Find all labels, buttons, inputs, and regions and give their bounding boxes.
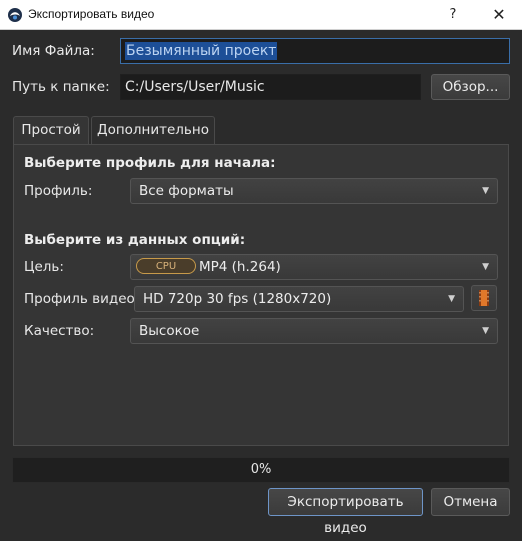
target-value: MP4 (h.264) — [199, 259, 281, 275]
options-section-title: Выберите из данных опций: — [24, 232, 246, 248]
film-strip-icon — [479, 290, 489, 306]
profile-value: Все форматы — [139, 183, 234, 199]
window-title: Экспортировать видео — [28, 7, 155, 21]
title-bar: Экспортировать видео ? ✕ — [0, 0, 522, 30]
export-video-button[interactable]: Экспортировать видео — [268, 488, 423, 536]
quality-label: Качество: — [24, 323, 95, 339]
export-progress-bar: 0% — [12, 457, 510, 483]
tab-simple[interactable]: Простой — [13, 116, 89, 144]
path-input[interactable]: C:/Users/User/Music — [120, 74, 421, 100]
browse-button[interactable]: Обзор... — [431, 74, 510, 100]
help-button[interactable]: ? — [430, 0, 476, 30]
filename-value: Безымянный проект — [125, 42, 278, 60]
cancel-label: Отмена — [443, 494, 498, 510]
progress-text: 0% — [250, 462, 272, 477]
filename-input[interactable]: Безымянный проект — [120, 38, 510, 64]
tab-advanced[interactable]: Дополнительно — [91, 116, 215, 144]
openshot-logo-icon — [8, 8, 22, 22]
tab-advanced-label: Дополнительно — [97, 122, 209, 138]
quality-dropdown[interactable]: Высокое ▼ — [130, 318, 498, 344]
browse-label: Обзор... — [442, 79, 499, 95]
cancel-button[interactable]: Отмена — [431, 488, 510, 516]
profile-label: Профиль: — [24, 183, 93, 199]
chevron-down-icon: ▼ — [448, 294, 455, 304]
export-video-label: Экспортировать видео — [287, 494, 404, 536]
cpu-badge: CPU — [136, 258, 196, 274]
filename-label: Имя Файла: — [12, 43, 95, 59]
profile-section-title: Выберите профиль для начала: — [24, 155, 276, 171]
close-icon: ✕ — [492, 5, 506, 24]
profile-dropdown[interactable]: Все форматы ▼ — [130, 178, 498, 204]
path-label: Путь к папке: — [12, 79, 110, 95]
chevron-down-icon: ▼ — [482, 262, 489, 272]
close-button[interactable]: ✕ — [476, 0, 522, 30]
target-label: Цель: — [24, 259, 64, 275]
chevron-down-icon: ▼ — [482, 186, 489, 196]
help-icon: ? — [449, 7, 457, 22]
chevron-down-icon: ▼ — [482, 326, 489, 336]
target-dropdown[interactable]: CPU MP4 (h.264) ▼ — [130, 254, 498, 280]
video-profile-dropdown[interactable]: HD 720p 30 fps (1280x720) ▼ — [134, 286, 464, 312]
video-profile-label: Профиль видео: — [24, 291, 140, 307]
path-value: C:/Users/User/Music — [125, 79, 265, 95]
tab-simple-label: Простой — [21, 122, 81, 138]
quality-value: Высокое — [139, 323, 200, 339]
video-profile-settings-button[interactable] — [471, 285, 497, 311]
video-profile-value: HD 720p 30 fps (1280x720) — [143, 291, 332, 307]
